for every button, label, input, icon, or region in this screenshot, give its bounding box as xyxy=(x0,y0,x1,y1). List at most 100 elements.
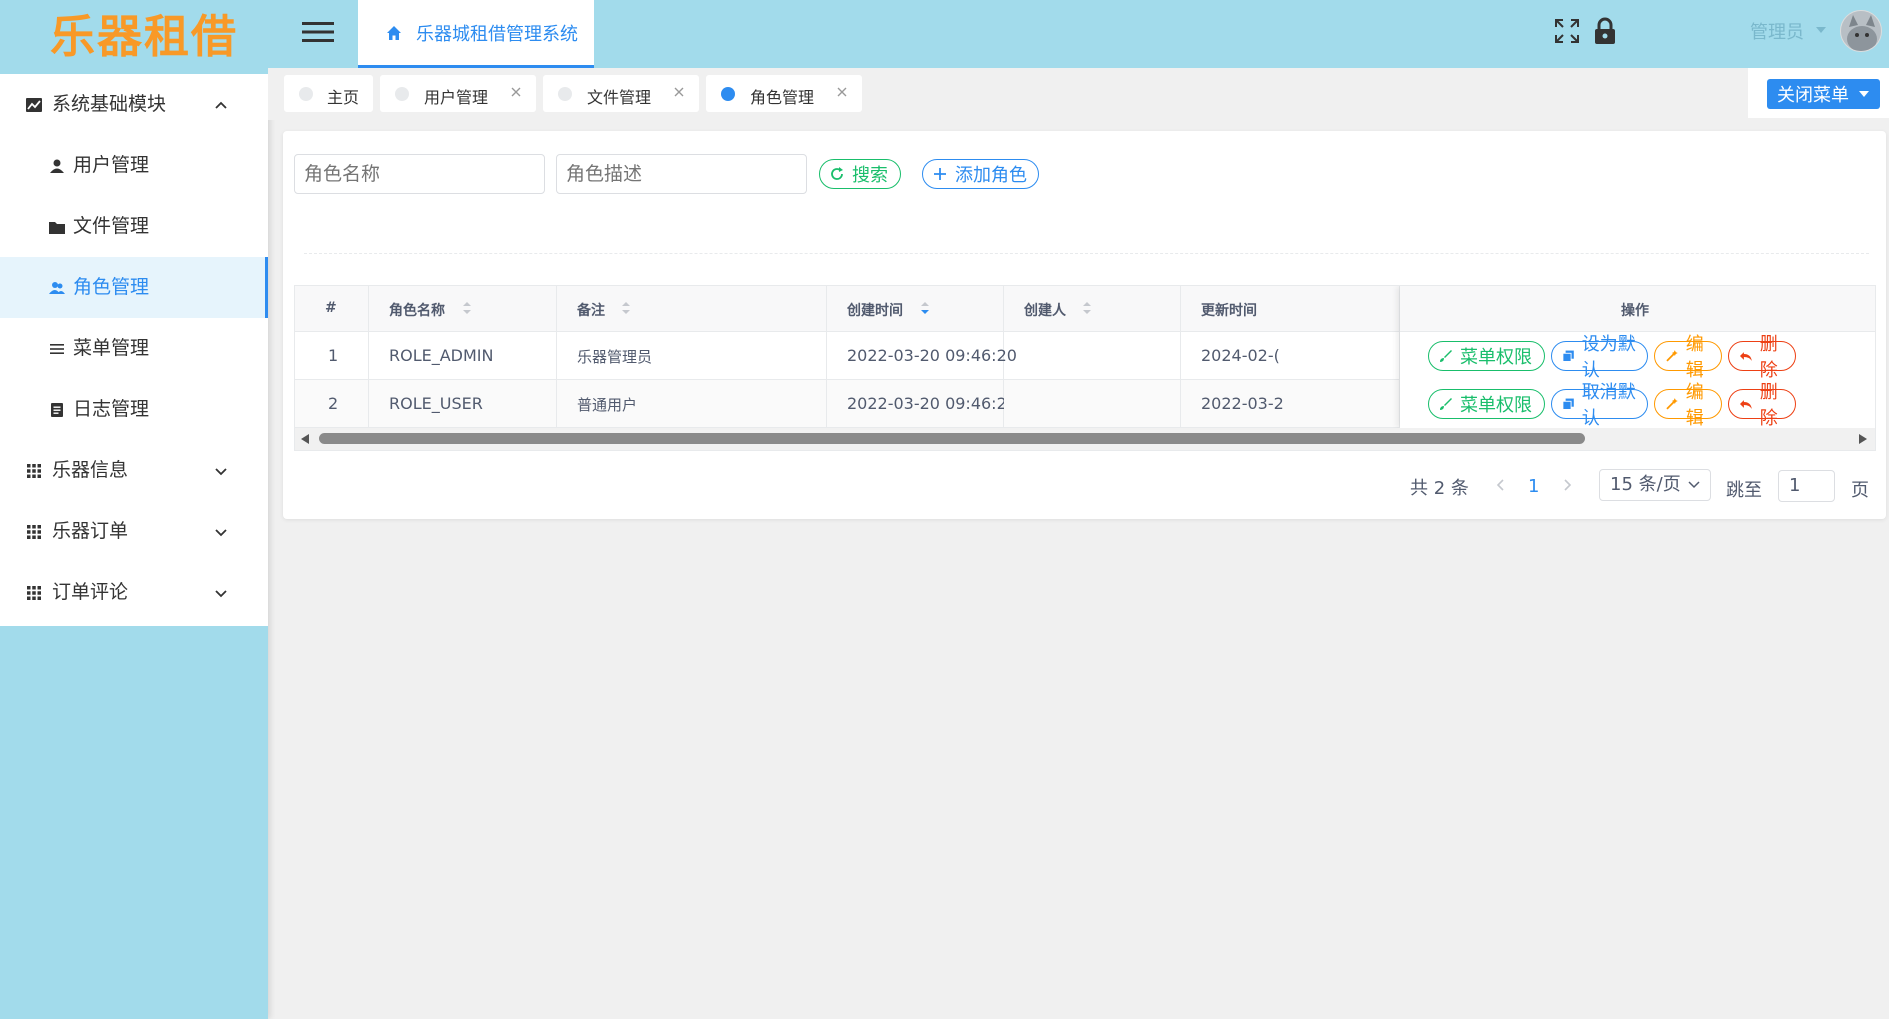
role-desc-input[interactable] xyxy=(556,154,807,194)
scroll-right-icon[interactable] xyxy=(1859,434,1867,444)
grid-icon xyxy=(27,586,41,600)
sidebar-item-comments[interactable]: 订单评论 xyxy=(0,562,268,623)
prev-page-icon[interactable] xyxy=(1495,478,1505,492)
sort-desc-icon[interactable] xyxy=(920,301,930,315)
close-icon[interactable] xyxy=(672,85,686,99)
page-current[interactable]: 1 xyxy=(1528,476,1539,497)
cell-text: 1 xyxy=(328,346,339,365)
grid-icon xyxy=(27,525,41,539)
cancel-default-button[interactable]: 取消默认 xyxy=(1551,382,1648,429)
brush-icon xyxy=(1440,350,1452,362)
tab-label: 主页 xyxy=(327,88,360,107)
header-creator[interactable]: 创建人 xyxy=(1004,286,1181,332)
add-role-label: 添加角色 xyxy=(955,165,1027,186)
close-menu-label: 关闭菜单 xyxy=(1777,85,1849,106)
avatar[interactable] xyxy=(1840,10,1882,52)
cat-avatar-image xyxy=(1841,11,1881,51)
cell-text: ROLE_USER xyxy=(389,394,483,413)
menu-permission-button[interactable]: 菜单权限 xyxy=(1428,341,1545,371)
tab-home[interactable]: 主页 xyxy=(284,75,373,112)
header-role-name[interactable]: 角色名称 xyxy=(369,286,557,332)
tab-roles[interactable]: 角色管理 xyxy=(706,75,862,112)
set-default-button[interactable]: 设为默认 xyxy=(1551,334,1648,381)
edit-button[interactable]: 编辑 xyxy=(1654,382,1722,429)
edit-button[interactable]: 编辑 xyxy=(1654,334,1722,381)
tab-users[interactable]: 用户管理 xyxy=(380,75,536,112)
sidebar-item-label: 角色管理 xyxy=(73,276,150,298)
chevron-down-icon xyxy=(215,590,227,598)
sidebar-item-logs[interactable]: 日志管理 xyxy=(0,379,268,440)
plus-icon xyxy=(934,168,946,180)
button-label: 设为默认 xyxy=(1581,334,1636,381)
list-icon xyxy=(50,344,64,354)
horizontal-scrollbar[interactable] xyxy=(295,428,1875,450)
tab-files[interactable]: 文件管理 xyxy=(543,75,699,112)
next-page-icon[interactable] xyxy=(1563,478,1573,492)
header-label: 创建时间 xyxy=(847,303,903,319)
jump-label: 跳至 xyxy=(1726,480,1762,501)
menu-permission-button[interactable]: 菜单权限 xyxy=(1428,389,1545,419)
search-button[interactable]: 搜索 xyxy=(819,159,901,189)
sidebar-item-label: 订单评论 xyxy=(52,581,129,603)
tabs-bar: 主页 用户管理 文件管理 角色管理 xyxy=(268,68,1889,120)
table-row-2-name: ROLE_USER xyxy=(369,380,557,428)
tab-dot xyxy=(395,87,409,101)
sidebar-item-instruments[interactable]: 乐器信息 xyxy=(0,440,268,501)
sort-icon[interactable] xyxy=(621,301,631,315)
table-row-1-name: ROLE_ADMIN xyxy=(369,332,557,380)
close-menu-wrap: 关闭菜单 xyxy=(1748,68,1889,118)
header-updated[interactable]: 更新时间 xyxy=(1181,286,1400,332)
wand-icon xyxy=(1666,398,1678,410)
sidebar-item-roles[interactable]: 角色管理 xyxy=(0,257,268,318)
copy-icon xyxy=(1562,350,1574,362)
close-menu-button[interactable]: 关闭菜单 xyxy=(1767,79,1880,109)
header-remark[interactable]: 备注 xyxy=(557,286,827,332)
scrollbar-thumb[interactable] xyxy=(319,433,1585,444)
sidebar-item-label: 用户管理 xyxy=(73,154,150,176)
side-menu: 系统基础模块 用户管理 文件管理 角色管理 菜单管理 日志管理 乐器信息 乐器订… xyxy=(0,74,268,626)
sidebar-item-orders[interactable]: 乐器订单 xyxy=(0,501,268,562)
sidebar-item-label: 文件管理 xyxy=(73,215,150,237)
close-icon[interactable] xyxy=(509,85,523,99)
sidebar-item-files[interactable]: 文件管理 xyxy=(0,196,268,257)
delete-button[interactable]: 删除 xyxy=(1728,334,1796,381)
roles-table: # 角色名称 备注 创建时间 创建人 更新时间 1 ROLE_ADMIN 乐器管… xyxy=(294,285,1876,451)
button-label: 删除 xyxy=(1759,382,1778,429)
wand-icon xyxy=(1666,350,1678,362)
sidebar-item-system[interactable]: 系统基础模块 xyxy=(0,74,268,135)
operations-column: 操作 菜单权限 设为默认 编辑 删除 菜单权限 取消默认 编辑 删除 xyxy=(1400,286,1875,429)
header-created[interactable]: 创建时间 xyxy=(827,286,1004,332)
scroll-left-icon[interactable] xyxy=(301,434,309,444)
undo-icon xyxy=(1739,352,1752,361)
sort-icon[interactable] xyxy=(462,301,472,315)
cell-text: 乐器管理员 xyxy=(577,348,653,366)
sidebar-item-menus[interactable]: 菜单管理 xyxy=(0,318,268,379)
cell-text: 2022-03-2 xyxy=(1201,394,1284,413)
page-size-select[interactable]: 15 条/页 xyxy=(1599,469,1711,501)
role-name-input[interactable] xyxy=(294,154,545,194)
sort-icon[interactable] xyxy=(1082,301,1092,315)
hamburger-icon[interactable] xyxy=(302,18,334,46)
header-ops: 操作 xyxy=(1400,286,1875,332)
copy-icon xyxy=(1562,398,1574,410)
user-name[interactable]: 管理员 xyxy=(1750,18,1804,44)
header-label: 操作 xyxy=(1621,303,1649,319)
header-label: 角色名称 xyxy=(389,303,445,319)
top-bar: 乐器城租借管理系统 管理员 xyxy=(268,0,1889,68)
delete-button[interactable]: 删除 xyxy=(1728,382,1796,429)
lock-icon[interactable] xyxy=(1594,17,1616,45)
grid-icon xyxy=(27,464,41,478)
header-label: 备注 xyxy=(577,303,605,319)
add-role-button[interactable]: 添加角色 xyxy=(922,159,1039,189)
table-row-2-creator xyxy=(1004,380,1181,428)
fullscreen-icon[interactable] xyxy=(1554,18,1580,44)
tab-dot xyxy=(721,87,735,101)
chevron-down-icon xyxy=(215,529,227,537)
tab-home-title[interactable]: 乐器城租借管理系统 xyxy=(358,0,594,68)
sidebar-item-users[interactable]: 用户管理 xyxy=(0,135,268,196)
sidebar-item-label: 乐器信息 xyxy=(52,459,129,481)
caret-down-icon[interactable] xyxy=(1816,27,1826,33)
close-icon[interactable] xyxy=(835,85,849,99)
button-label: 取消默认 xyxy=(1581,382,1636,429)
jump-page-input[interactable]: 1 xyxy=(1778,470,1835,502)
